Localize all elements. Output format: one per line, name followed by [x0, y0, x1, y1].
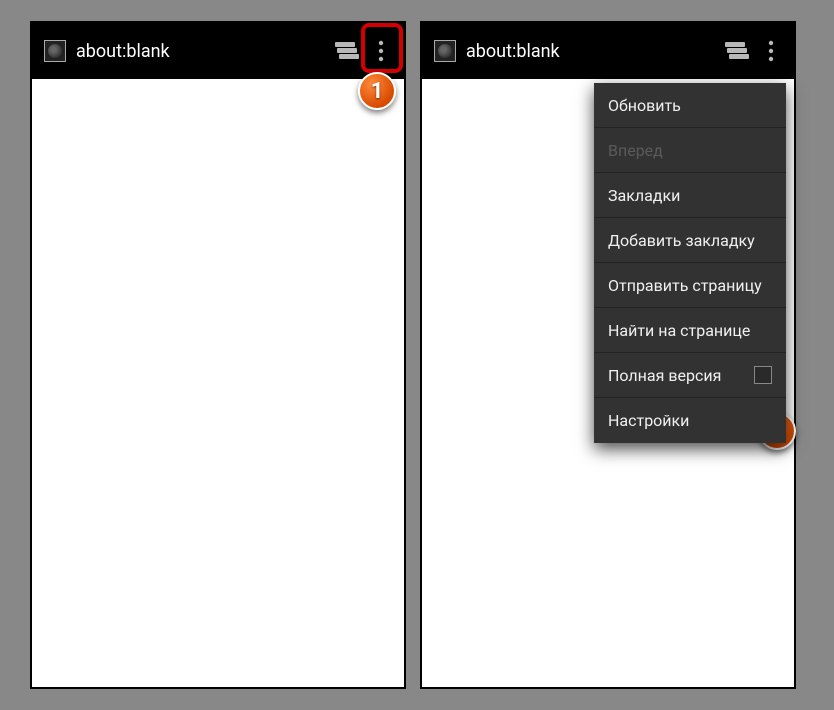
menu-item-forward: Вперед [594, 128, 786, 173]
menu-item-refresh[interactable]: Обновить [594, 83, 786, 128]
globe-icon [434, 40, 456, 62]
browser-toolbar: about:blank [422, 23, 794, 79]
desktop-version-checkbox[interactable] [754, 366, 772, 384]
tabs-icon[interactable] [720, 31, 754, 71]
menu-icon[interactable] [754, 31, 788, 71]
phone-screenshot-right: about:blank Обновить Вперед Закладки Доб… [420, 21, 796, 689]
tabs-icon[interactable] [330, 31, 364, 71]
menu-icon[interactable] [364, 31, 398, 71]
callout-1: 1 [358, 72, 396, 110]
overflow-menu: Обновить Вперед Закладки Добавить заклад… [594, 83, 786, 443]
page-content [32, 79, 404, 687]
address-bar[interactable]: about:blank [466, 41, 720, 62]
menu-item-add-bookmark[interactable]: Добавить закладку [594, 218, 786, 263]
browser-toolbar: about:blank [32, 23, 404, 79]
globe-icon [44, 40, 66, 62]
menu-item-find-on-page[interactable]: Найти на странице [594, 308, 786, 353]
menu-item-desktop-version[interactable]: Полная версия [594, 353, 786, 398]
menu-item-label: Полная версия [608, 366, 721, 385]
menu-item-settings[interactable]: Настройки [594, 398, 786, 443]
menu-item-send-page[interactable]: Отправить страницу [594, 263, 786, 308]
address-bar[interactable]: about:blank [76, 41, 330, 62]
menu-item-bookmarks[interactable]: Закладки [594, 173, 786, 218]
phone-screenshot-left: about:blank [30, 21, 406, 689]
